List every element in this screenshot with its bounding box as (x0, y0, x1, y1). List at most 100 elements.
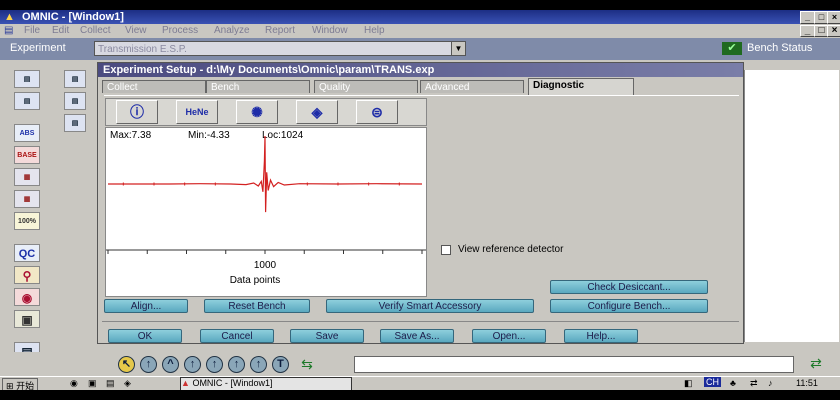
swap-arrows-icon[interactable]: ⇄ (804, 355, 828, 373)
interferogram-plot: Max:7.38 Min:-4.33 Loc:1024 1000 Data poi… (105, 127, 427, 297)
verify-smart-accessory-button[interactable]: Verify Smart Accessory (326, 299, 534, 313)
taskbar-item-label: OMNIC - [Window1] (192, 378, 273, 388)
report-icon[interactable]: ▣ (14, 310, 40, 328)
tab-advanced[interactable]: Advanced (420, 80, 524, 93)
experiment-bar: Experiment Transmission E.S.P. ▼ ✔ Bench… (0, 38, 840, 60)
diagnostic-toolbar: ⓘ HeNe ✺ ◈ ⊜ (105, 98, 427, 126)
menu-file[interactable]: File (24, 25, 40, 36)
bottom-toolbar: ↖ ↑ ^ ↑ ↑ ↑ ↑ T ⇆ ⇄ (0, 352, 840, 376)
command-input[interactable] (354, 356, 794, 373)
collect-background-icon[interactable]: ▤ (14, 92, 40, 110)
power-icon[interactable]: ⓘ (116, 100, 158, 124)
windows-logo-icon: ⊞ (6, 381, 14, 390)
desiccant-icon[interactable]: ◈ (296, 100, 338, 124)
tab-diagnostic[interactable]: Diagnostic (528, 78, 634, 95)
detector-icon[interactable]: ⊜ (356, 100, 398, 124)
help-button[interactable]: Help... (564, 329, 638, 343)
tab-collect[interactable]: Collect (102, 80, 206, 93)
document-icon: ▤ (4, 25, 14, 36)
peak-area-icon[interactable]: ^ (162, 356, 179, 373)
doc-minimize-button[interactable]: _ (800, 25, 815, 37)
cancel-button[interactable]: Cancel (200, 329, 274, 343)
view-stack-icon[interactable]: ▤ (64, 114, 86, 132)
view-reference-checkbox[interactable] (441, 245, 451, 255)
hene-laser-icon[interactable]: HeNe (176, 100, 218, 124)
doc-close-button[interactable]: × (827, 25, 840, 37)
collect-sample-icon[interactable]: ▤ (14, 70, 40, 88)
network-icon[interactable]: ⇄ (750, 378, 758, 389)
baseline-tool-icon[interactable]: ↑ (184, 356, 201, 373)
peak-height-icon[interactable]: ↑ (140, 356, 157, 373)
start-label: 开始 (16, 381, 35, 390)
automatic-baseline-icon[interactable]: ▦ (14, 168, 40, 186)
interferogram-chart: 1000 Data points (106, 135, 426, 286)
left-toolbar: ▤ ▤ ABS BASE ▦ ▦ 100% QC ⚲ ◉ ▣ ▤ ▤ ▤ ▤ (0, 60, 96, 360)
taskbar: ⊞ 开始 ◉ ▣ ▤ ◈ ▲ OMNIC - [Window1] ◧ CH ♣ … (0, 376, 840, 390)
region-tool-icon[interactable]: ↑ (206, 356, 223, 373)
menu-bar: ▤ File Edit Collect View Process Analyze… (0, 24, 840, 38)
abs-icon[interactable]: ABS (14, 124, 40, 142)
chevron-down-icon[interactable]: ▼ (451, 42, 465, 55)
menu-help[interactable]: Help (364, 25, 385, 36)
find-peaks-icon[interactable]: 100% (14, 212, 40, 230)
expand-arrows-icon[interactable]: ⇆ (296, 356, 318, 373)
menu-view[interactable]: View (125, 25, 147, 36)
experiment-select[interactable]: Transmission E.S.P. ▼ (94, 41, 466, 56)
clock: 11:51 (796, 378, 818, 388)
configure-bench-button[interactable]: Configure Bench... (550, 299, 708, 313)
library-icon[interactable]: ◉ (14, 288, 40, 306)
quicklaunch-outlook-icon[interactable]: ▤ (106, 378, 115, 389)
tray-icon-1[interactable]: ◧ (684, 378, 693, 389)
experiment-setup-dialog: Experiment Setup - d:\My Documents\Omnic… (97, 62, 744, 344)
tab-quality[interactable]: Quality (314, 80, 418, 93)
label-tool-icon[interactable]: ↑ (250, 356, 267, 373)
save-button[interactable]: Save (290, 329, 364, 343)
minimize-button[interactable]: _ (800, 11, 815, 24)
x-tick-label: 1000 (254, 260, 277, 271)
x-axis-label: Data points (230, 275, 281, 286)
source-lamp-icon[interactable]: ✺ (236, 100, 278, 124)
app-title-bar: ▲ OMNIC - [Window1] _ □ × (0, 10, 840, 24)
open-button[interactable]: Open... (472, 329, 546, 343)
omnic-logo-icon: ▲ (4, 11, 15, 23)
pointer-icon[interactable]: ↖ (118, 356, 135, 373)
bench-status-check-icon[interactable]: ✔ (722, 42, 742, 55)
view-window-icon[interactable]: ▤ (64, 70, 86, 88)
annotation-tool-icon[interactable]: T (272, 356, 289, 373)
bench-status-label[interactable]: Bench Status (747, 42, 812, 54)
close-button[interactable]: × (827, 11, 840, 24)
tray-icon-2[interactable]: ♣ (730, 378, 736, 388)
tab-bench[interactable]: Bench (206, 80, 310, 93)
search-icon[interactable]: ⚲ (14, 266, 40, 284)
volume-icon[interactable]: ♪ (768, 378, 773, 388)
menu-report[interactable]: Report (265, 25, 295, 36)
menu-process[interactable]: Process (162, 25, 198, 36)
experiment-label: Experiment (10, 42, 66, 54)
dialog-separator (102, 321, 739, 322)
menu-edit[interactable]: Edit (52, 25, 69, 36)
quicklaunch-media-icon[interactable]: ◈ (124, 378, 131, 389)
view-spectra-icon[interactable]: ▤ (64, 92, 86, 110)
quicklaunch-desktop-icon[interactable]: ▣ (88, 378, 97, 389)
menu-collect[interactable]: Collect (80, 25, 111, 36)
start-button[interactable]: ⊞ 开始 (2, 378, 39, 390)
baseline-icon[interactable]: BASE (14, 146, 40, 164)
reset-bench-button[interactable]: Reset Bench (204, 299, 310, 313)
save-as-button[interactable]: Save As... (380, 329, 454, 343)
ime-indicator-icon[interactable]: CH (704, 377, 721, 387)
quicklaunch-ie-icon[interactable]: ◉ (70, 378, 78, 389)
ok-button[interactable]: OK (108, 329, 182, 343)
dialog-title: Experiment Setup - d:\My Documents\Omnic… (98, 63, 743, 77)
qc-icon[interactable]: QC (14, 244, 40, 262)
corrected-height-icon[interactable]: ↑ (228, 356, 245, 373)
taskbar-item-omnic[interactable]: ▲ OMNIC - [Window1] (180, 377, 352, 390)
spectrum-window (744, 70, 839, 342)
interferogram-line (108, 135, 423, 213)
autoscale-icon[interactable]: ▦ (14, 190, 40, 208)
menu-analyze[interactable]: Analyze (214, 25, 250, 36)
check-desiccant-button[interactable]: Check Desiccant... (550, 280, 708, 294)
tab-divider (104, 95, 739, 96)
app-title: OMNIC - [Window1] (22, 11, 124, 23)
menu-window[interactable]: Window (312, 25, 348, 36)
align-button[interactable]: Align... (104, 299, 188, 313)
